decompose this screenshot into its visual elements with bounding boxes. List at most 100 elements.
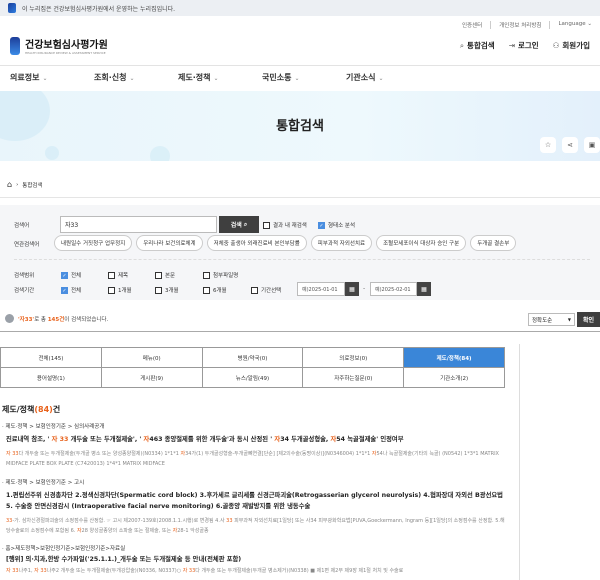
research-checkbox[interactable]: 결과 내 재검색 xyxy=(263,221,307,229)
nav-item[interactable]: 기관소식 ⌄ xyxy=(346,72,430,83)
related-keywords: 내원일수 거짓청구 업무정지 우리나라 보건의료체계 저체중 출생아 외래진료비… xyxy=(54,235,517,251)
result-summary: '자33'로 총 145건이 검색되었습니다. xyxy=(5,314,108,323)
government-notice-bar: 이 누리집은 건강보험심사평가원에서 운영하는 누리집입니다. xyxy=(0,0,600,16)
label: 통합검색 xyxy=(467,41,495,50)
label: 본문 xyxy=(165,273,176,279)
t: 34가(1) 두개골성형술-두개골뼈연결[단순] [제2의수술(동명이상)](N… xyxy=(185,451,372,457)
t: 개두술 또는 두개절제술', ' xyxy=(68,436,144,443)
search-button[interactable]: 검색 ⌕ xyxy=(219,216,259,233)
home-icon[interactable]: ⌂ xyxy=(7,180,12,189)
scope-all-checkbox[interactable]: ✓ 전체 xyxy=(61,271,81,279)
checkbox-box xyxy=(203,286,210,294)
label: 결과 내 재검색 xyxy=(273,223,307,229)
scope-body-checkbox[interactable]: 본문 xyxy=(155,271,175,279)
related-chip[interactable]: 저체중 출생아 외래진료비 본인부담률 xyxy=(206,235,307,251)
path-text: 제도·정책 > 보험인정기준 > 심의사례공개 xyxy=(5,424,105,430)
result-title-link[interactable]: 1.편립선주위 신경총차단 2.정색신경차단(Spermatic cord bl… xyxy=(2,490,507,512)
label: 회원가입 xyxy=(562,41,590,50)
scope-title-checkbox[interactable]: 제목 xyxy=(108,271,128,279)
calendar-icon[interactable]: ▦ xyxy=(417,282,431,296)
t: 28 양성골종양의 소파술 또는 절제술, 또는 xyxy=(81,528,173,534)
label: 6개월 xyxy=(213,288,227,294)
logo-name: 건강보험심사평가원 xyxy=(25,40,108,51)
period-3m-checkbox[interactable]: 3개월 xyxy=(155,286,179,294)
scope-label: 검색범위 xyxy=(14,273,35,279)
checkbox-box xyxy=(155,286,162,294)
tab-policy[interactable]: 제도/정책(84) xyxy=(404,348,505,368)
sort-select[interactable]: 정확도순 ▼ xyxy=(528,313,575,326)
result-path: · 홈>제도정책>보험인정기준>보험인정기준>자료실 xyxy=(2,546,126,552)
logo-sub: HEALTH INSURANCE REVIEW & ASSESSMENT SER… xyxy=(25,51,106,55)
category-tabs: 전체(145) 메뉴(0) 병원/약국(0) 의료정보(0) 제도/정책(84)… xyxy=(0,347,505,388)
decor xyxy=(150,146,170,161)
t: 28-1 악성골종 xyxy=(177,528,209,534)
period-1m-checkbox[interactable]: 1개월 xyxy=(108,286,132,294)
print-icon[interactable]: ▣ xyxy=(584,137,600,153)
nav-item[interactable]: 조회·신청 ⌄ xyxy=(94,72,178,83)
text: 로 총 xyxy=(34,316,48,323)
period-all-checkbox[interactable]: ✓ 전체 xyxy=(61,286,81,294)
header-search-button[interactable]: ⌕ 통합검색 xyxy=(460,40,495,51)
nav-item[interactable]: 국민소통 ⌄ xyxy=(262,72,346,83)
tab-hospital[interactable]: 병원/약국(0) xyxy=(202,348,304,368)
util-auth-center[interactable]: 인증센터 xyxy=(462,21,482,29)
page-tools: ☆ ⋖ ▣ xyxy=(540,137,600,153)
breadcrumb-separator: › xyxy=(16,181,19,188)
tab-medical-info[interactable]: 의료정보(0) xyxy=(303,348,405,368)
tab-menu[interactable]: 메뉴(0) xyxy=(101,348,203,368)
label: 제목 xyxy=(118,273,129,279)
calendar-icon[interactable]: ▦ xyxy=(345,282,359,296)
login-button[interactable]: ⇥ 로그인 xyxy=(509,40,539,51)
caret-down-icon: ▼ xyxy=(567,317,571,322)
nav-item[interactable]: 제도·정책 ⌄ xyxy=(178,72,262,83)
tab-glossary[interactable]: 용어설명(1) xyxy=(1,368,102,388)
util-privacy[interactable]: 개인정보 처리방침 xyxy=(490,21,541,29)
result-item: · 제도·정책 > 보험인정기준 > 고시 1.편립선주위 신경총차단 2.정색… xyxy=(2,478,507,536)
date-to-input[interactable]: 예)2025-02-01 xyxy=(370,282,417,296)
nav-label: 제도·정책 xyxy=(178,73,211,82)
result-title-link[interactable]: [행위] 의·치과,한방 수가파일('25.1.1.)_개두술 또는 두개절제술… xyxy=(2,554,507,565)
nav-label: 국민소통 xyxy=(262,73,292,82)
favorite-star-icon[interactable]: ☆ xyxy=(540,137,556,153)
sort-confirm-button[interactable]: 확인 xyxy=(577,312,600,327)
scope-attachment-checkbox[interactable]: 첨부파일명 xyxy=(203,271,238,279)
result-title-link[interactable]: 진료내역 참조, ' 자 33 개두술 또는 두개절제술', ' 자463 종양… xyxy=(2,434,507,445)
tab-about[interactable]: 기관소개(2) xyxy=(404,368,505,388)
utility-links: 인증센터 개인정보 처리방침 Language ⌄ xyxy=(462,21,592,29)
chevron-down-icon: ⌄ xyxy=(378,75,384,82)
period-custom-checkbox[interactable]: 기간선택 xyxy=(251,286,281,294)
nav-label: 조회·신청 xyxy=(94,73,127,82)
related-chip[interactable]: 조혈모세포이식 대상자 승인 구분 xyxy=(376,235,467,251)
signup-button[interactable]: ⚇ 회원가입 xyxy=(553,40,590,51)
related-chip[interactable]: 우리나라 보건의료체계 xyxy=(136,235,203,251)
related-chip[interactable]: 두개골 결손부 xyxy=(470,235,517,251)
nav-label: 의료정보 xyxy=(10,73,40,82)
main-nav: 의료정보 ⌄ 조회·신청 ⌄ 제도·정책 ⌄ 국민소통 ⌄ 기관소식 ⌄ xyxy=(10,72,430,83)
tab-board[interactable]: 게시판(9) xyxy=(101,368,203,388)
notice-text: 이 누리집은 건강보험심사평가원에서 운영하는 누리집입니다. xyxy=(22,5,176,13)
breadcrumb-current: 통합검색 xyxy=(22,182,43,189)
tab-all[interactable]: 전체(145) xyxy=(1,348,102,368)
share-icon[interactable]: ⋖ xyxy=(562,137,578,153)
related-chip[interactable]: 피부과적 자외선치료 xyxy=(310,235,373,251)
count: (84) xyxy=(34,405,53,414)
nav-item[interactable]: 의료정보 ⌄ xyxy=(10,72,94,83)
search-input[interactable]: 자33 xyxy=(60,216,217,233)
nav-label: 기관소식 xyxy=(346,73,376,82)
hl: 자 33 xyxy=(6,451,19,457)
section-title: 제도/정책(84)건 xyxy=(2,404,60,415)
related-chip[interactable]: 내원일수 거짓청구 업무정지 xyxy=(54,235,133,251)
label: 첨부파일명 xyxy=(213,273,239,279)
checkbox-box xyxy=(108,271,115,279)
site-logo[interactable]: 건강보험심사평가원 HEALTH INSURANCE REVIEW & ASSES… xyxy=(10,36,108,55)
util-language[interactable]: Language ⌄ xyxy=(549,21,592,29)
tab-news[interactable]: 뉴스/알림(49) xyxy=(202,368,304,388)
period-6m-checkbox[interactable]: 6개월 xyxy=(203,286,227,294)
morph-checkbox[interactable]: ✓ 형태소 분석 xyxy=(318,221,355,229)
date-from-input[interactable]: 예)2025-01-01 xyxy=(297,282,345,296)
tab-faq[interactable]: 자주하는질문(0) xyxy=(303,368,405,388)
t: 다 개두술 또는 두개절제술(두개골 병소제거)(N0338) ■ 제1편 제2… xyxy=(195,568,404,574)
t: 463 종양절제를 위한 개두술'과 동시 산정된 ' xyxy=(149,436,275,443)
label: 1개월 xyxy=(118,288,132,294)
login-icon: ⇥ xyxy=(508,41,515,50)
